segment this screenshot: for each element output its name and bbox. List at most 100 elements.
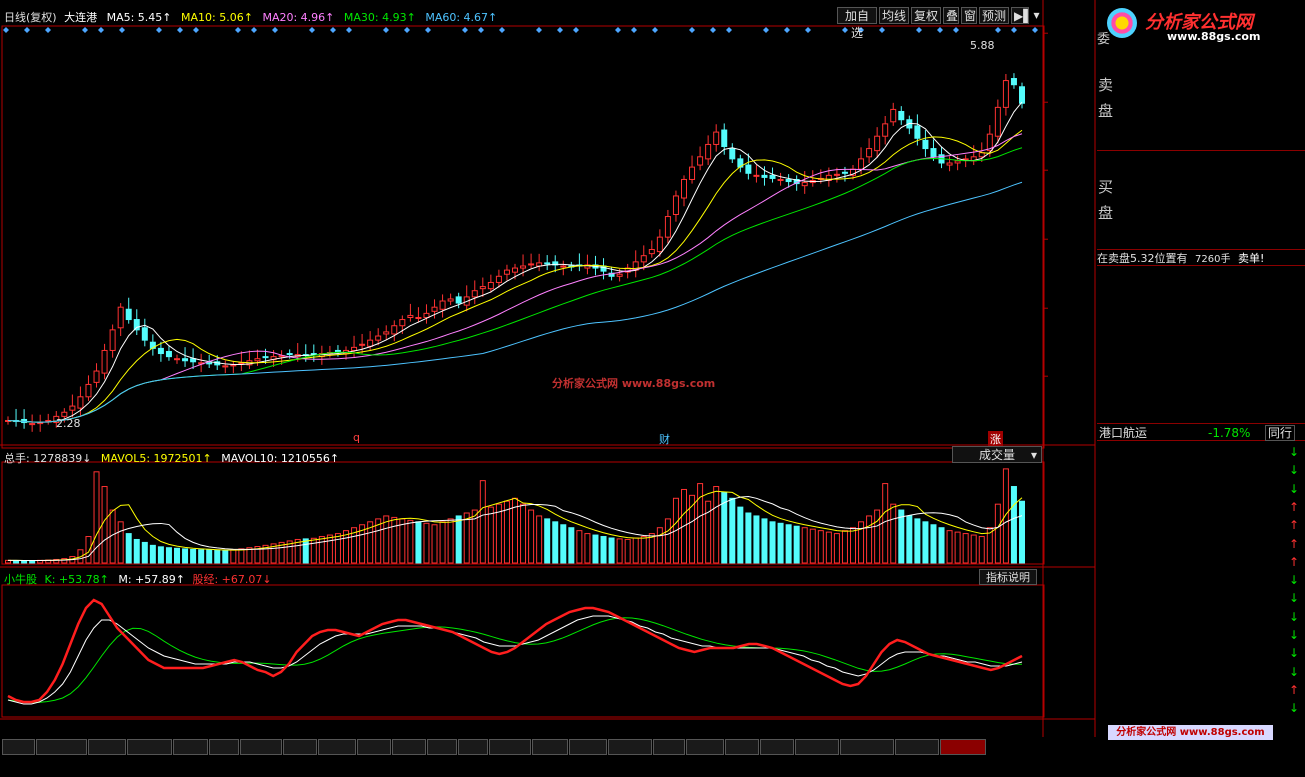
tab-15[interactable] bbox=[569, 739, 607, 755]
candle-body bbox=[375, 335, 382, 341]
tab-20[interactable] bbox=[760, 739, 794, 755]
sector-change: -1.78% bbox=[1208, 426, 1251, 440]
divider bbox=[1097, 150, 1305, 151]
volume-bar bbox=[866, 515, 873, 564]
arrow-up-icon: ↑ bbox=[1289, 518, 1300, 533]
candle-body bbox=[544, 262, 551, 265]
signal-diamond bbox=[478, 27, 484, 33]
signal-diamond bbox=[330, 27, 336, 33]
tab-24[interactable] bbox=[940, 739, 986, 755]
volume-bar bbox=[576, 530, 583, 564]
volume-bar bbox=[616, 538, 623, 564]
candle-body bbox=[761, 174, 768, 178]
signal-diamond bbox=[45, 27, 51, 33]
sector-bar[interactable]: 港口航运 -1.78% 同行 bbox=[1097, 423, 1305, 441]
tab-14[interactable] bbox=[532, 739, 568, 755]
candle-body bbox=[994, 106, 1001, 137]
signal-diamond bbox=[879, 27, 885, 33]
volume-bar bbox=[423, 522, 430, 564]
tab-10[interactable] bbox=[392, 739, 426, 755]
signal-diamond bbox=[82, 27, 88, 33]
period-label: 日线(复权) bbox=[4, 11, 57, 24]
panel-toggle-icon[interactable]: ▶▌ bbox=[1011, 7, 1032, 24]
candle-body bbox=[753, 174, 760, 177]
volume-bar bbox=[326, 534, 333, 564]
peer-button[interactable]: 同行 bbox=[1265, 425, 1296, 441]
tab-12[interactable] bbox=[458, 739, 488, 755]
candle-body bbox=[157, 347, 164, 355]
signal-diamond bbox=[499, 27, 505, 33]
volume-indicator-select[interactable]: 成交量 ▾ bbox=[952, 446, 1042, 463]
candle-body bbox=[954, 160, 961, 164]
candle-body bbox=[664, 216, 671, 238]
candle-body bbox=[439, 300, 446, 310]
chevron-down-icon[interactable]: ▾ bbox=[1030, 7, 1043, 24]
candle-body bbox=[672, 195, 679, 215]
tab-23[interactable] bbox=[895, 739, 939, 755]
candle-body bbox=[141, 327, 148, 341]
sector-name: 港口航运 bbox=[1099, 426, 1148, 440]
volume-bar bbox=[383, 515, 390, 564]
tab-11[interactable] bbox=[427, 739, 457, 755]
candle-body bbox=[455, 296, 462, 304]
signal-diamond bbox=[710, 27, 716, 33]
restore-right-button[interactable]: 复权 bbox=[911, 7, 941, 24]
tab-5[interactable] bbox=[209, 739, 239, 755]
volume-bar bbox=[544, 518, 551, 564]
volume-bar bbox=[624, 538, 631, 564]
candle-body bbox=[37, 422, 44, 425]
tick-row: ↓ bbox=[1097, 480, 1303, 498]
forecast-button[interactable]: 预测 bbox=[979, 7, 1009, 24]
tab-22[interactable] bbox=[840, 739, 894, 755]
tab-17[interactable] bbox=[653, 739, 685, 755]
tab-4[interactable] bbox=[173, 739, 208, 755]
volume-bar bbox=[528, 509, 535, 564]
event-mark-rise[interactable]: 涨 bbox=[988, 431, 1003, 447]
candle-body bbox=[407, 314, 414, 318]
stock-name[interactable]: 大连港 bbox=[64, 11, 97, 24]
window-button[interactable]: 窗 bbox=[961, 7, 977, 24]
signal-diamond bbox=[119, 27, 125, 33]
add-favorite-button[interactable]: 加自选 bbox=[837, 7, 877, 40]
tab-3[interactable] bbox=[127, 739, 172, 755]
volume-bar bbox=[962, 533, 969, 564]
tab-18[interactable] bbox=[686, 739, 724, 755]
chevron-down-icon: ▾ bbox=[1030, 448, 1037, 462]
candle-body bbox=[922, 139, 929, 150]
indicator-help-button[interactable]: 指标说明 bbox=[979, 569, 1037, 585]
event-mark-q[interactable]: q bbox=[353, 431, 360, 444]
candle-body bbox=[697, 156, 704, 166]
tab-13[interactable] bbox=[489, 739, 531, 755]
candle-body bbox=[431, 306, 438, 312]
volume-bar bbox=[954, 531, 961, 564]
candle-body bbox=[640, 255, 647, 263]
volume-bar bbox=[914, 518, 921, 564]
volume-bar bbox=[318, 536, 325, 564]
indicator-name[interactable]: 小牛股 bbox=[4, 573, 37, 586]
tab-16[interactable] bbox=[608, 739, 652, 755]
ma-line-button[interactable]: 均线 bbox=[879, 7, 909, 24]
tab-6[interactable] bbox=[240, 739, 282, 755]
volume-bar bbox=[455, 515, 462, 564]
tab-9[interactable] bbox=[357, 739, 391, 755]
arrow-up-icon: ↑ bbox=[1289, 554, 1300, 569]
tab-0[interactable] bbox=[2, 739, 35, 755]
tab-8[interactable] bbox=[318, 739, 356, 755]
logo-url: www.88gs.com bbox=[1167, 30, 1261, 43]
arrow-down-icon: ↓ bbox=[1289, 463, 1300, 478]
arrow-down-icon: ↓ bbox=[1289, 646, 1300, 661]
tab-19[interactable] bbox=[725, 739, 759, 755]
high-price-label: 5.88 bbox=[970, 39, 995, 52]
volume-bar bbox=[520, 503, 527, 564]
signal-diamond bbox=[995, 27, 1001, 33]
overlay-button[interactable]: 叠 bbox=[943, 7, 959, 24]
tab-7[interactable] bbox=[283, 739, 317, 755]
order-alert-bar: 在卖盘5.32位置有 7260手 卖单! bbox=[1097, 249, 1305, 266]
volume-bar bbox=[230, 549, 237, 564]
ma5-label: MA5: 5.45↑ bbox=[106, 11, 172, 24]
tab-2[interactable] bbox=[88, 739, 126, 755]
event-mark-finance[interactable]: 财 bbox=[659, 431, 670, 447]
tab-1[interactable] bbox=[36, 739, 87, 755]
arrow-down-icon: ↓ bbox=[1289, 664, 1300, 679]
tab-21[interactable] bbox=[795, 739, 839, 755]
